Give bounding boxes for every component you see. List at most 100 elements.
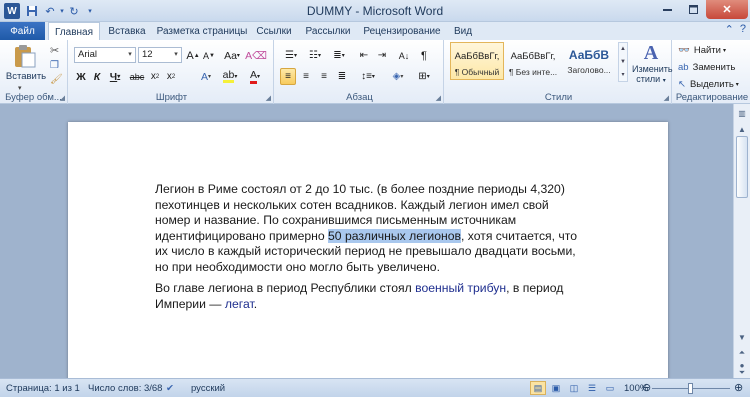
binoculars-icon: 👓 — [678, 45, 690, 56]
page-count[interactable]: Страница: 1 из 1 — [6, 383, 80, 394]
style-no-spacing[interactable]: АаБбВвГг, ¶ Без инте... — [506, 42, 560, 80]
replace-button[interactable]: ab Заменить — [678, 59, 748, 76]
proofing-icon[interactable]: ✔ — [166, 383, 174, 394]
font-launcher-icon[interactable]: ◢ — [266, 94, 271, 102]
bold-icon[interactable]: Ж — [74, 68, 88, 85]
style-no-spacing-sample: АаБбВвГг, — [510, 51, 556, 62]
grow-font-icon[interactable]: A ▲ — [186, 47, 200, 64]
scroll-up-icon[interactable]: ▲ — [735, 122, 749, 136]
document-body[interactable]: Легион в Риме состоял от 2 до 10 тыс. (в… — [155, 182, 585, 318]
change-styles-button[interactable]: A Изменить стили ▾ — [632, 42, 673, 88]
next-page-icon[interactable]: ⏷ — [735, 368, 749, 378]
font-name-value: Arial — [78, 49, 98, 60]
tab-file[interactable]: Файл — [0, 22, 45, 40]
superscript-icon[interactable]: x2 — [164, 68, 178, 85]
highlight-color-icon[interactable]: ab ▾ — [218, 68, 242, 85]
italic-icon[interactable]: К — [90, 68, 104, 85]
increase-indent-icon[interactable]: ⇥ — [374, 47, 390, 64]
word-count[interactable]: Число слов: 3/68 — [88, 383, 162, 394]
scroll-down-icon[interactable]: ▼ — [735, 330, 749, 344]
align-right-icon[interactable]: ≡ — [316, 68, 332, 85]
paste-button[interactable]: Вставить — [4, 71, 48, 82]
tab-mailings[interactable]: Рассылки — [300, 22, 356, 40]
find-button[interactable]: 👓 Найти ▾ — [678, 42, 748, 59]
text-effects-icon[interactable]: A ▾ — [196, 68, 216, 85]
borders-icon[interactable]: ⊞ ▾ — [412, 68, 436, 85]
maximize-icon[interactable] — [680, 0, 706, 19]
replace-icon: ab — [678, 62, 689, 73]
tab-references[interactable]: Ссылки — [252, 22, 296, 40]
font-color-icon[interactable]: A ▾ — [244, 68, 266, 85]
numbering-icon[interactable]: ☷ ▾ — [304, 47, 326, 64]
draft-icon[interactable]: ▭ — [602, 381, 618, 395]
style-normal-sample: АаБбВвГг, — [454, 51, 500, 62]
justify-icon[interactable]: ≣ — [334, 68, 350, 85]
line-spacing-icon[interactable]: ↕≡ ▾ — [356, 68, 380, 85]
tab-review[interactable]: Рецензирование — [360, 22, 444, 40]
clipboard-launcher-icon[interactable]: ◢ — [60, 94, 65, 102]
shrink-font-icon[interactable]: A ▼ — [202, 47, 216, 64]
styles-group: АаБбВвГг, ¶ Обычный АаБбВвГг, ¶ Без инте… — [446, 40, 673, 104]
minimize-ribbon-icon[interactable]: ⌃ — [725, 23, 734, 36]
cut-icon[interactable]: ✂ — [50, 44, 59, 57]
paste-icon[interactable] — [12, 43, 38, 69]
paragraph-group: ☰ ▾ ☷ ▾ ≣ ▾ ⇤ ⇥ A↓ ¶ ≡ ≡ ≡ ≣ ↕≡ ▾ ◈ ▾ ⊞ ▾ Абза… — [276, 40, 444, 104]
tab-page-layout[interactable]: Разметка страницы — [154, 22, 250, 40]
styles-launcher-icon[interactable]: ◢ — [664, 94, 669, 102]
font-group-label: Шрифт — [155, 92, 188, 103]
tab-home[interactable]: Главная — [48, 22, 100, 41]
close-icon[interactable]: ✕ — [706, 0, 748, 19]
bullets-icon[interactable]: ☰ ▾ — [280, 47, 302, 64]
align-center-icon[interactable]: ≡ — [298, 68, 314, 85]
window-title: DUMMY - Microsoft Word — [306, 4, 444, 18]
hyperlink-military-tribune[interactable]: военный трибун — [415, 281, 506, 295]
print-layout-icon[interactable]: ▤ — [530, 381, 546, 395]
strikethrough-icon[interactable]: abc — [128, 68, 146, 85]
document-page[interactable]: Легион в Риме состоял от 2 до 10 тыс. (в… — [68, 122, 668, 382]
paragraph-2-text-end: . — [253, 296, 258, 311]
paragraph-launcher-icon[interactable]: ◢ — [436, 94, 441, 102]
vertical-scrollbar[interactable]: ▥ ▲ ▼ ⏶ ● ⏷ — [733, 104, 750, 378]
select-button[interactable]: ↖ Выделить ▾ — [678, 76, 748, 93]
change-styles-label: Изменить — [632, 64, 673, 74]
web-layout-icon[interactable]: ◫ — [566, 381, 582, 395]
hyperlink-legate[interactable]: легат — [225, 297, 254, 311]
selected-text[interactable]: 50 различных легионов — [328, 228, 461, 243]
subscript-icon[interactable]: x2 — [148, 68, 162, 85]
paragraph-group-label: Абзац — [346, 92, 373, 103]
paragraph-2[interactable]: Во главе легиона в период Республики сто… — [155, 281, 585, 312]
tab-view[interactable]: Вид — [448, 22, 478, 40]
full-screen-reading-icon[interactable]: ▣ — [548, 381, 564, 395]
ruler-toggle-icon[interactable]: ▥ — [735, 106, 749, 120]
underline-icon[interactable]: Ч ▾ — [106, 68, 124, 85]
sort-icon[interactable]: A↓ — [396, 47, 412, 64]
help-icon[interactable]: ? — [740, 23, 746, 36]
styles-gallery-scroll[interactable]: ▲ ▼ ▾ — [618, 42, 628, 82]
paste-dropdown-icon[interactable]: ▾ — [18, 84, 22, 92]
tab-insert[interactable]: Вставка — [102, 22, 152, 40]
editing-group-label: Редактирование — [675, 92, 749, 103]
copy-icon[interactable]: ❐ — [50, 60, 59, 71]
zoom-in-icon[interactable]: ⊕ — [734, 381, 743, 394]
outline-icon[interactable]: ☰ — [584, 381, 600, 395]
change-case-icon[interactable]: Aa ▾ — [222, 47, 242, 64]
decrease-indent-icon[interactable]: ⇤ — [356, 47, 372, 64]
format-painter-icon[interactable]: 🖌 — [50, 74, 63, 85]
font-size-combo[interactable]: 12 ▾ — [138, 47, 182, 63]
show-formatting-icon[interactable]: ¶ — [416, 47, 432, 64]
clear-formatting-icon[interactable]: A⌫ — [245, 47, 267, 64]
font-name-combo[interactable]: Arial ▾ — [74, 47, 136, 63]
replace-label: Заменить — [692, 62, 736, 73]
style-normal[interactable]: АаБбВвГг, ¶ Обычный — [450, 42, 504, 80]
scroll-thumb[interactable] — [736, 136, 748, 198]
zoom-out-icon[interactable]: ⊖ — [642, 381, 651, 394]
language[interactable]: русский — [191, 383, 225, 394]
minimize-icon[interactable] — [654, 0, 680, 19]
style-heading1[interactable]: АаБбВ Заголово... — [562, 42, 616, 80]
shading-icon[interactable]: ◈ ▾ — [386, 68, 410, 85]
zoom-slider-thumb[interactable] — [688, 383, 693, 394]
multilevel-list-icon[interactable]: ≣ ▾ — [328, 47, 350, 64]
style-heading1-name: Заголово... — [567, 65, 611, 75]
align-left-icon[interactable]: ≡ — [280, 68, 296, 85]
paragraph-1[interactable]: Легион в Риме состоял от 2 до 10 тыс. (в… — [155, 182, 585, 275]
